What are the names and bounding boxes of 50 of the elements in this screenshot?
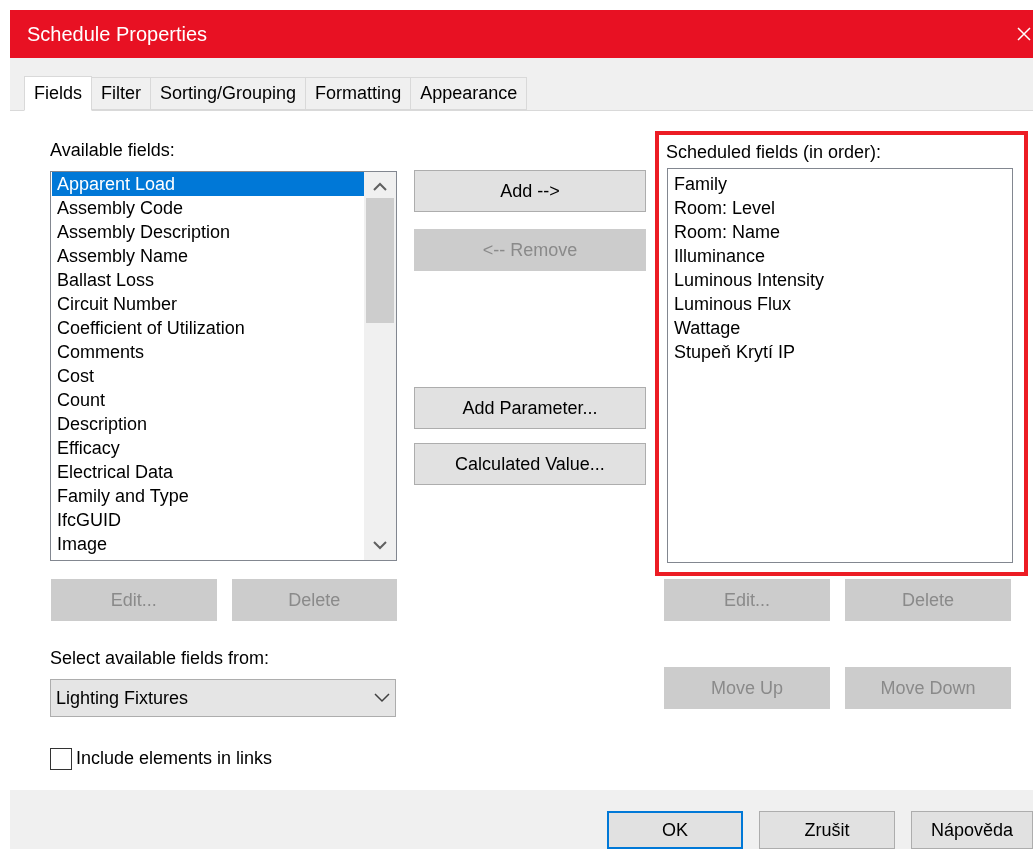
- list-item[interactable]: Efficacy: [52, 436, 364, 460]
- list-item[interactable]: Room: Level: [669, 196, 1012, 220]
- list-item[interactable]: Count: [52, 388, 364, 412]
- chevron-up-icon[interactable]: [373, 182, 387, 191]
- list-item[interactable]: Assembly Code: [52, 196, 364, 220]
- list-item[interactable]: Apparent Load: [52, 172, 364, 196]
- list-item[interactable]: Luminous Intensity: [669, 268, 1012, 292]
- scrollbar-thumb[interactable]: [366, 198, 394, 323]
- field-label: Scheduled fields (in order):: [666, 141, 883, 163]
- list-box[interactable]: Family Room: Level Room: Name Illuminance Luminous Intensity Luminous Flux Wattage Stupeň Krytí IP: [667, 168, 1013, 563]
- tab[interactable]: Sorting/Grouping: [150, 77, 307, 110]
- list-item[interactable]: Wattage: [669, 316, 1012, 340]
- checkbox[interactable]: [50, 747, 72, 770]
- list-item[interactable]: Description: [52, 412, 364, 436]
- field-label: Select available fields from:: [50, 647, 271, 669]
- list-item[interactable]: Luminous Flux: [669, 292, 1012, 316]
- list-item[interactable]: Room: Name: [669, 220, 1012, 244]
- scrollbar[interactable]: [364, 172, 396, 560]
- chevron-down-icon: [374, 693, 390, 703]
- dialog-button[interactable]: Nápověda: [911, 811, 1033, 849]
- button[interactable]: Add Parameter...: [414, 387, 646, 429]
- list-item[interactable]: Electrical Data: [52, 460, 364, 484]
- tab[interactable]: Filter: [91, 77, 151, 110]
- dialog-button[interactable]: Zrušit: [759, 811, 895, 849]
- list-box[interactable]: [50, 171, 397, 561]
- tab[interactable]: Fields: [24, 76, 92, 111]
- button[interactable]: Add -->: [414, 170, 646, 212]
- list-item[interactable]: Coefficient of Utilization: [52, 316, 364, 340]
- dialog-button[interactable]: OK: [607, 811, 743, 849]
- window-title: Schedule Properties: [27, 22, 208, 47]
- list-item[interactable]: Image: [52, 532, 364, 556]
- field-label: Available fields:: [50, 139, 176, 161]
- list-item[interactable]: Stupeň Krytí IP: [669, 340, 1012, 364]
- list-item[interactable]: Ballast Loss: [52, 268, 364, 292]
- checkbox-label: Include elements in links: [76, 747, 273, 770]
- category-dropdown[interactable]: Lighting Fixtures: [50, 679, 396, 717]
- chevron-down-icon[interactable]: [373, 541, 387, 550]
- close-icon[interactable]: [1017, 27, 1031, 41]
- list-item[interactable]: Comments: [52, 340, 364, 364]
- list-item[interactable]: Illuminance: [669, 244, 1012, 268]
- list-item[interactable]: Family and Type: [52, 484, 364, 508]
- list-item[interactable]: Family: [669, 172, 1012, 196]
- tab[interactable]: Appearance: [410, 77, 528, 110]
- list-item[interactable]: Assembly Name: [52, 244, 364, 268]
- list-item[interactable]: IfcGUID: [52, 508, 364, 532]
- tab[interactable]: Formatting: [305, 77, 412, 110]
- list-item[interactable]: Assembly Description: [52, 220, 364, 244]
- list-item[interactable]: Circuit Number: [52, 292, 364, 316]
- button[interactable]: Calculated Value...: [414, 443, 646, 485]
- list-item[interactable]: Cost: [52, 364, 364, 388]
